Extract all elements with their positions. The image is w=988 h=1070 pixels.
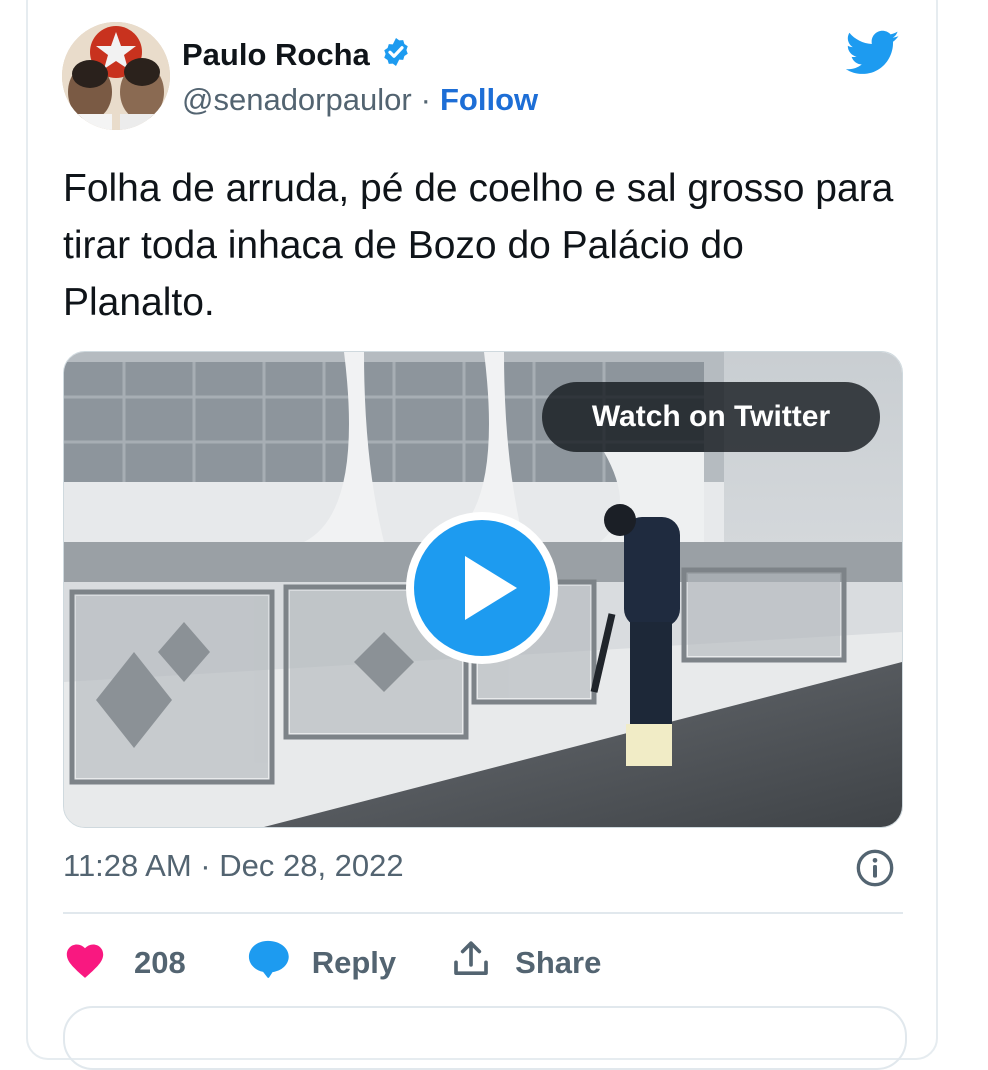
like-action[interactable]: 208	[63, 939, 186, 987]
tweet-timestamp[interactable]: 11:28 AM · Dec 28, 2022	[63, 848, 404, 884]
author-handle[interactable]: @senadorpaulor	[182, 82, 412, 118]
follow-button[interactable]: Follow	[440, 82, 538, 118]
watch-on-twitter-button[interactable]: Watch on Twitter	[542, 382, 880, 452]
reply-label: Reply	[311, 945, 397, 980]
reply-action[interactable]: Reply	[246, 939, 396, 987]
divider	[63, 912, 903, 914]
twitter-bird-icon[interactable]	[845, 30, 900, 81]
play-icon[interactable]	[403, 509, 561, 667]
verified-badge-icon	[380, 36, 412, 73]
avatar[interactable]	[62, 22, 170, 130]
info-icon[interactable]	[855, 848, 895, 893]
share-action[interactable]: Share	[451, 939, 601, 987]
avatar-image	[62, 22, 170, 130]
reply-icon	[246, 939, 290, 987]
heart-icon	[63, 939, 107, 987]
author-display-name[interactable]: Paulo Rocha	[182, 37, 370, 73]
read-replies-button[interactable]	[63, 1006, 907, 1070]
likes-count: 208	[134, 945, 186, 980]
author-name-row: Paulo Rocha	[182, 36, 412, 73]
separator-dot: ·	[420, 82, 431, 117]
tweet-actions: 208 Reply Share	[63, 938, 601, 988]
tweet-text: Folha de arruda, pé de coelho e sal gros…	[63, 167, 894, 324]
author-handle-row: @senadorpaulor · Follow	[182, 82, 538, 118]
share-icon	[451, 939, 491, 987]
share-label: Share	[515, 945, 602, 980]
